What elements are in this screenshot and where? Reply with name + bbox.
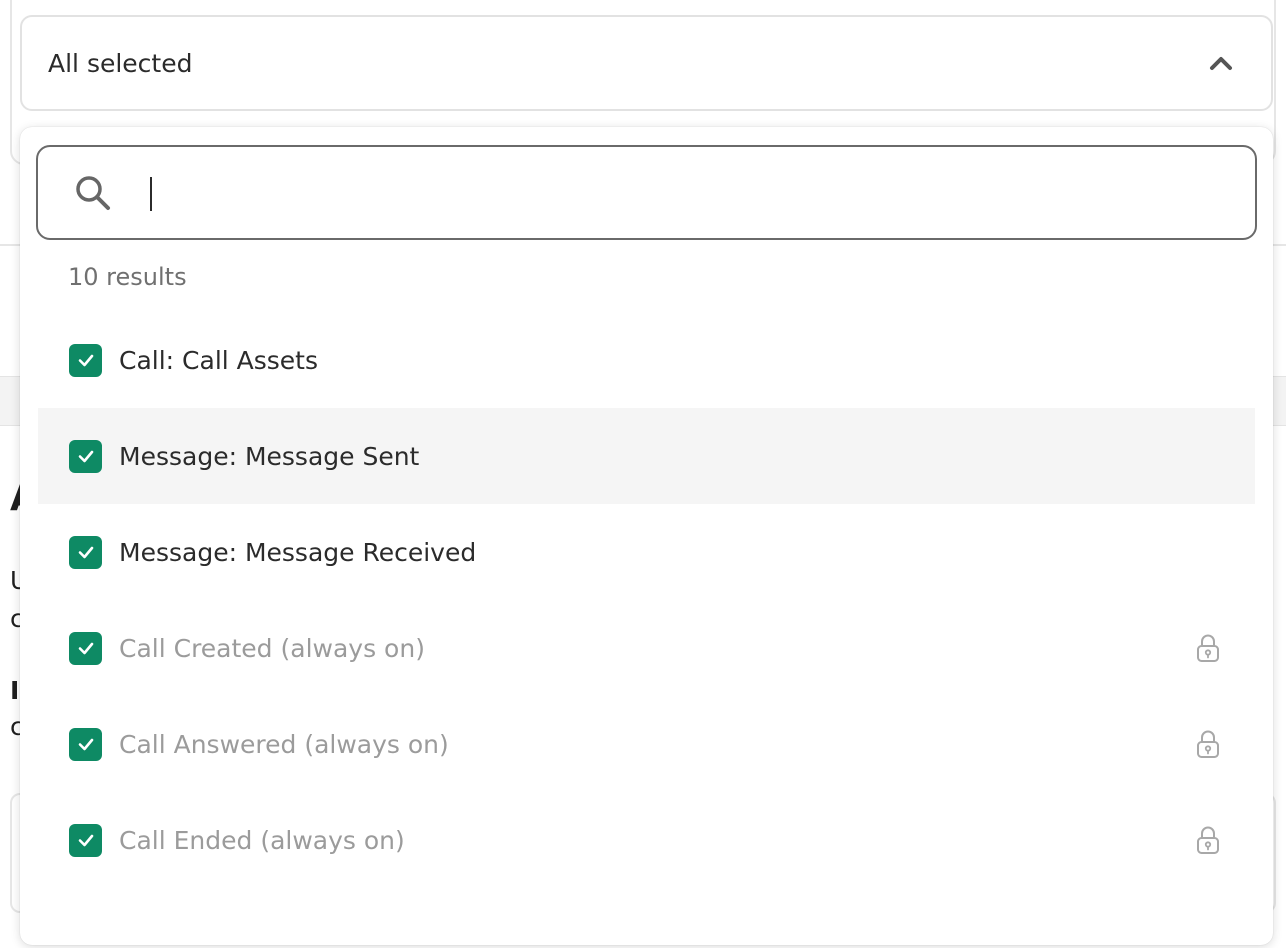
- option-label: Call: Call Assets: [119, 345, 319, 375]
- option-item-3[interactable]: Message: Message Received: [38, 504, 1255, 600]
- check-icon: [78, 546, 93, 559]
- option-item-4[interactable]: Call Created (always on): [38, 600, 1255, 696]
- checkbox[interactable]: [69, 823, 102, 857]
- events-select[interactable]: All selected: [20, 15, 1273, 111]
- search-input[interactable]: [130, 167, 1130, 218]
- option-item-5[interactable]: Call Answered (always on): [38, 696, 1255, 792]
- check-icon: [78, 354, 93, 367]
- checkbox[interactable]: [69, 535, 102, 569]
- options-list[interactable]: Call: Call Tagged Call: Call Assets Mess…: [38, 297, 1255, 945]
- select-value: All selected: [48, 48, 193, 78]
- dropdown-panel: 10 results Call: Call Tagged Call: Call …: [20, 127, 1273, 945]
- lock-icon: [1194, 729, 1222, 759]
- option-item-2[interactable]: Message: Message Sent: [38, 408, 1255, 504]
- option-item-1[interactable]: Call: Call Assets: [38, 312, 1255, 408]
- results-count: 10 results: [68, 263, 187, 291]
- option-label: Message: Message Sent: [119, 441, 420, 471]
- chevron-up-icon[interactable]: [1207, 49, 1235, 77]
- option-label: Call Ended (always on): [119, 825, 405, 855]
- checkbox[interactable]: [69, 343, 102, 377]
- lock-icon: [1194, 633, 1222, 663]
- option-item-0[interactable]: Call: Call Tagged: [38, 297, 1255, 312]
- option-label: Call Created (always on): [119, 633, 425, 663]
- check-icon: [78, 642, 93, 655]
- lock-icon: [1194, 825, 1222, 855]
- option-label: Call Answered (always on): [119, 729, 449, 759]
- app-stage: A U c In c All selected 10 results: [0, 0, 1286, 948]
- option-item-6[interactable]: Call Ended (always on): [38, 792, 1255, 888]
- check-icon: [78, 450, 93, 463]
- options-list-inner: Call: Call Tagged Call: Call Assets Mess…: [38, 297, 1255, 888]
- search-icon: [72, 172, 114, 214]
- checkbox[interactable]: [69, 631, 102, 665]
- option-label: Message: Message Received: [119, 537, 477, 567]
- search-box[interactable]: [36, 145, 1257, 240]
- checkbox[interactable]: [69, 727, 102, 761]
- text-caret: [150, 177, 152, 211]
- check-icon: [78, 738, 93, 751]
- checkbox[interactable]: [69, 439, 102, 473]
- check-icon: [78, 834, 93, 847]
